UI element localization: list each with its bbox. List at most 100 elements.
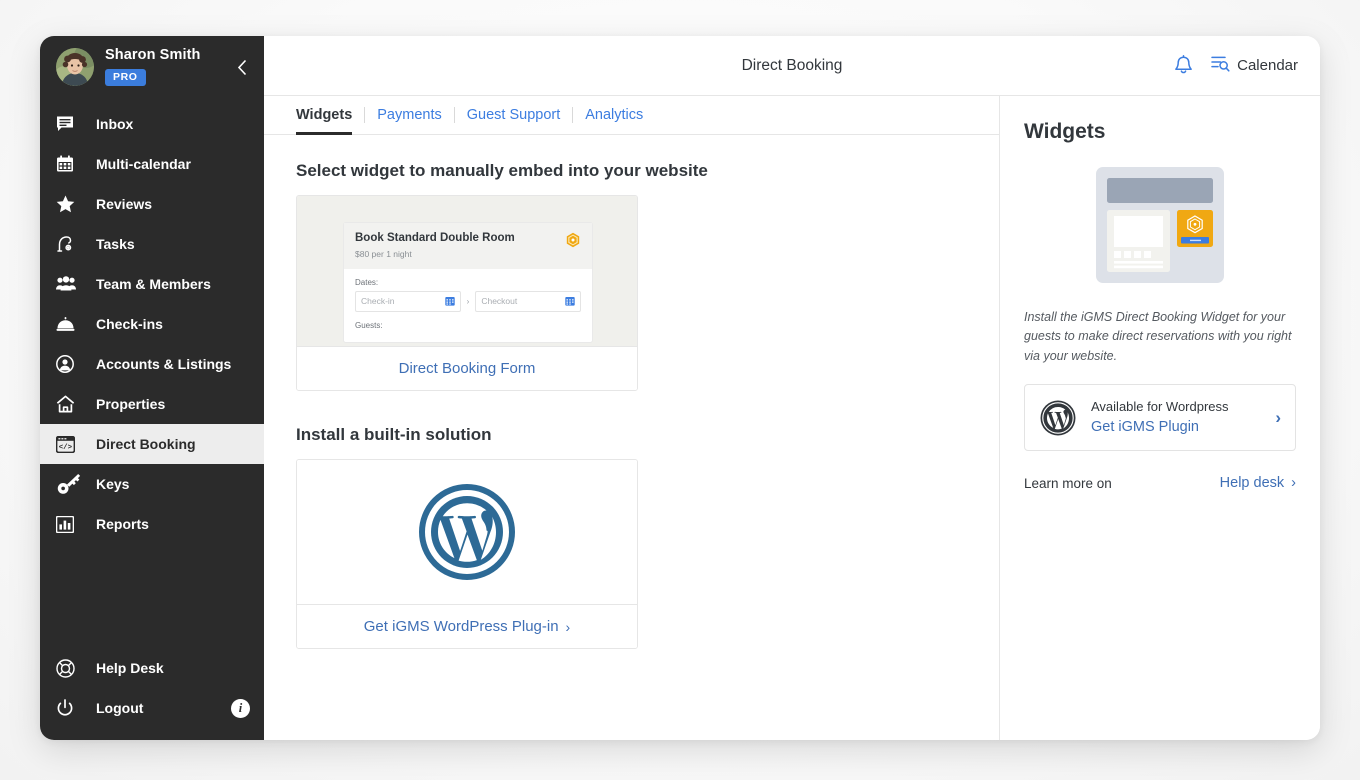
sidebar-item-properties[interactable]: Properties — [40, 384, 264, 424]
center-body: Select widget to manually embed into you… — [264, 135, 999, 740]
profile-header[interactable]: Sharon Smith PRO — [40, 36, 264, 98]
illustration-wrap — [1024, 166, 1296, 284]
bar-chart-icon — [56, 513, 82, 535]
vacuum-cleaner-icon — [56, 233, 82, 255]
service-bell-icon — [56, 313, 82, 335]
tab-guest-support[interactable]: Guest Support — [455, 96, 573, 134]
sidebar-item-label: Direct Booking — [96, 436, 196, 452]
app-window: Sharon Smith PRO Inbox — [40, 36, 1320, 740]
tab-bar: Widgets Payments Guest Support Analytics — [264, 96, 999, 135]
tab-analytics[interactable]: Analytics — [573, 96, 655, 134]
sidebar-item-label: Keys — [96, 476, 129, 492]
sidebar-item-label: Reviews — [96, 196, 152, 212]
info-badge[interactable]: i — [231, 699, 250, 718]
booking-form-mockup: Book Standard Double Room $80 per 1 nigh… — [343, 222, 593, 343]
key-icon — [56, 473, 82, 495]
booking-room-title: Book Standard Double Room — [355, 232, 565, 246]
sidebar-nav: Inbox M — [40, 104, 264, 544]
sidebar-item-check-ins[interactable]: Check-ins — [40, 304, 264, 344]
lifebuoy-icon — [56, 657, 82, 679]
chevron-right-icon: › — [1275, 408, 1281, 428]
sidebar-item-label: Team & Members — [96, 276, 211, 292]
calendar-link[interactable]: Calendar — [1211, 55, 1298, 76]
center-column: Widgets Payments Guest Support Analytics — [264, 96, 1000, 740]
sidebar-spacer — [40, 544, 264, 648]
available-label: Available for Wordpress — [1091, 398, 1267, 416]
sidebar-item-multi-calendar[interactable]: Multi-calendar — [40, 144, 264, 184]
website-widget-illustration — [1095, 166, 1225, 284]
sidebar-item-label: Tasks — [96, 236, 135, 252]
direct-booking-form-link[interactable]: Direct Booking Form — [297, 346, 637, 390]
widget-preview: Book Standard Double Room $80 per 1 nigh… — [297, 196, 637, 346]
dates-label: Dates: — [355, 278, 581, 287]
calendar-small-icon — [445, 296, 455, 306]
right-panel-title: Widgets — [1024, 120, 1296, 144]
chevron-right-icon: › — [566, 619, 571, 635]
igms-hex-logo-icon — [565, 232, 581, 253]
help-desk-link[interactable]: Help desk › — [1220, 475, 1296, 491]
sidebar-item-reviews[interactable]: Reviews — [40, 184, 264, 224]
sidebar-item-direct-booking[interactable]: </> Direct Booking — [40, 424, 264, 464]
sidebar-item-label: Accounts & Listings — [96, 356, 231, 372]
tab-payments[interactable]: Payments — [365, 96, 453, 134]
sidebar-item-accounts-listings[interactable]: Accounts & Listings — [40, 344, 264, 384]
avatar — [56, 48, 94, 86]
tab-widgets[interactable]: Widgets — [296, 96, 364, 134]
tab-label: Widgets — [296, 107, 352, 123]
sidebar-item-reports[interactable]: Reports — [40, 504, 264, 544]
sidebar-item-label: Multi-calendar — [96, 156, 191, 172]
booking-room-price: $80 per 1 night — [355, 249, 565, 259]
power-icon — [56, 697, 82, 719]
wordpress-logo-icon — [417, 482, 517, 582]
date-range-arrow: › — [467, 297, 470, 306]
tab-label: Analytics — [585, 107, 643, 123]
calendar-search-icon — [1211, 55, 1230, 76]
wordpress-plugin-box[interactable]: Available for Wordpress Get iGMS Plugin … — [1024, 384, 1296, 451]
sidebar-item-keys[interactable]: Keys — [40, 464, 264, 504]
learn-more-row: Learn more on Help desk › — [1024, 475, 1296, 491]
right-panel: Widgets — [1000, 96, 1320, 740]
sidebar-item-tasks[interactable]: Tasks — [40, 224, 264, 264]
topbar: Direct Booking — [264, 36, 1320, 96]
booking-form-body: Dates: Check-in — [344, 269, 592, 342]
checkin-input[interactable]: Check-in — [355, 291, 461, 312]
tab-label: Payments — [377, 107, 441, 123]
get-wordpress-plugin-link[interactable]: Get iGMS WordPress Plug-in › — [297, 604, 637, 648]
sidebar-item-inbox[interactable]: Inbox — [40, 104, 264, 144]
checkout-input[interactable]: Checkout — [475, 291, 581, 312]
learn-more-label: Learn more on — [1024, 476, 1112, 491]
tab-label: Guest Support — [467, 107, 561, 123]
chevron-left-icon[interactable] — [232, 57, 252, 77]
calendar-label: Calendar — [1237, 57, 1298, 74]
profile-name: Sharon Smith — [105, 48, 200, 64]
booking-form-header-text: Book Standard Double Room $80 per 1 nigh… — [355, 232, 565, 259]
house-icon — [56, 393, 82, 415]
wordpress-logo-icon — [1039, 399, 1077, 437]
direct-booking-form-card[interactable]: Book Standard Double Room $80 per 1 nigh… — [296, 195, 638, 391]
wordpress-preview — [297, 460, 637, 604]
topbar-actions: Calendar — [1174, 55, 1298, 76]
guests-label: Guests: — [355, 321, 581, 330]
notification-bell-icon[interactable] — [1174, 55, 1193, 76]
page-title: Direct Booking — [264, 57, 1320, 75]
sidebar-item-team-members[interactable]: Team & Members — [40, 264, 264, 304]
user-avatar-photo — [56, 48, 94, 86]
booking-form-header: Book Standard Double Room $80 per 1 nigh… — [344, 223, 592, 269]
card-footer-label: Direct Booking Form — [399, 360, 536, 377]
wordpress-plugin-card[interactable]: Get iGMS WordPress Plug-in › — [296, 459, 638, 649]
content-split: Widgets Payments Guest Support Analytics — [264, 96, 1320, 740]
sidebar-item-label: Inbox — [96, 116, 133, 132]
sidebar: Sharon Smith PRO Inbox — [40, 36, 264, 740]
sidebar-item-label: Reports — [96, 516, 149, 532]
sidebar-item-label: Help Desk — [96, 660, 164, 676]
wordpress-box-text: Available for Wordpress Get iGMS Plugin — [1091, 398, 1267, 437]
sidebar-item-help-desk[interactable]: Help Desk — [40, 648, 264, 688]
sidebar-item-logout[interactable]: Logout i — [40, 688, 264, 728]
get-plugin-link[interactable]: Get iGMS Plugin — [1091, 418, 1267, 438]
section-title-built-in: Install a built-in solution — [296, 425, 967, 445]
chevron-right-icon: › — [1291, 475, 1296, 491]
checkin-placeholder: Check-in — [361, 296, 395, 306]
star-icon — [56, 193, 82, 215]
sidebar-bottom: Help Desk Logout i — [40, 648, 264, 740]
pro-badge: PRO — [105, 69, 146, 86]
